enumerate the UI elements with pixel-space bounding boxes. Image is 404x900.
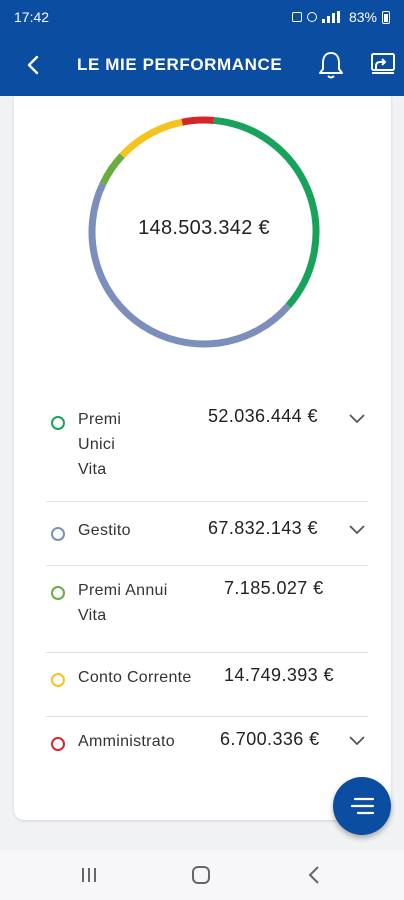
mute-icon [306, 12, 317, 22]
donut-slice-premi-unici-vita [213, 116, 320, 308]
page-title: LE MIE PERFORMANCE [77, 55, 283, 74]
donut-slice-gestito [88, 182, 291, 348]
menu-fab-button[interactable] [333, 777, 391, 835]
item-label: Amministrato [78, 733, 175, 750]
battery-icon [382, 10, 390, 24]
alarm-icon [291, 12, 302, 22]
legend-dot-icon [51, 527, 65, 541]
screen-share-button[interactable] [368, 48, 402, 82]
home-icon[interactable] [188, 863, 214, 887]
item-amount: 14.749.393 € [224, 665, 334, 685]
list-item-premi-unici-vita[interactable]: Premi Unici Vita 52.036.444 € [46, 399, 368, 502]
legend-dot-icon [51, 737, 65, 751]
legend-dot-icon [51, 586, 65, 600]
status-icons: 83% [291, 9, 390, 25]
notifications-button[interactable] [314, 48, 348, 82]
item-amount: 52.036.444 € [208, 406, 318, 426]
chevron-left-icon [27, 55, 39, 75]
list-item-conto-corrente[interactable]: Conto Corrente 14.749.393 € [46, 653, 368, 717]
system-nav-bar [0, 850, 404, 900]
battery-percentage: 83% [348, 9, 377, 25]
donut-slice-amministrato [181, 116, 215, 126]
bell-icon [319, 52, 343, 79]
legend-dot-icon [51, 416, 65, 430]
list-item-premi-annui-vita[interactable]: Premi Annui Vita 7.185.027 € [46, 566, 368, 653]
chevron-down-icon[interactable] [347, 519, 367, 539]
status-bar: 17:42 83% [0, 0, 404, 34]
recent-apps-icon[interactable] [76, 863, 102, 887]
list-item-gestito[interactable]: Gestito 67.832.143 € [46, 502, 368, 566]
donut-slice-premi-annui-vita [99, 153, 125, 186]
app-header: LE MIE PERFORMANCE [0, 34, 404, 96]
list-item-amministrato[interactable]: Amministrato 6.700.336 € [46, 717, 368, 773]
performance-card: 148.503.342 € Premi Unici Vita 52.036.44… [14, 96, 391, 820]
chevron-down-icon[interactable] [347, 408, 367, 428]
back-button[interactable] [18, 50, 48, 80]
menu-lines-icon [350, 797, 375, 815]
chart-total: 148.503.342 € [138, 217, 270, 239]
item-label: Gestito [78, 522, 131, 539]
item-amount: 67.832.143 € [208, 518, 318, 538]
back-nav-icon[interactable] [302, 863, 328, 887]
signal-icon [321, 11, 344, 23]
legend-dot-icon [51, 673, 65, 687]
item-label: Premi Unici Vita [78, 411, 122, 478]
chevron-down-icon[interactable] [347, 730, 367, 750]
item-label: Conto Corrente [78, 669, 192, 686]
donut-slice-conto-corrente [119, 118, 183, 159]
status-time: 17:42 [14, 9, 50, 25]
item-amount: 6.700.336 € [220, 729, 320, 749]
screen-share-icon [371, 53, 395, 74]
asset-list: Premi Unici Vita 52.036.444 € Gestito 67… [46, 399, 368, 773]
item-amount: 7.185.027 € [224, 578, 324, 598]
item-label: Premi Annui Vita [78, 582, 168, 624]
